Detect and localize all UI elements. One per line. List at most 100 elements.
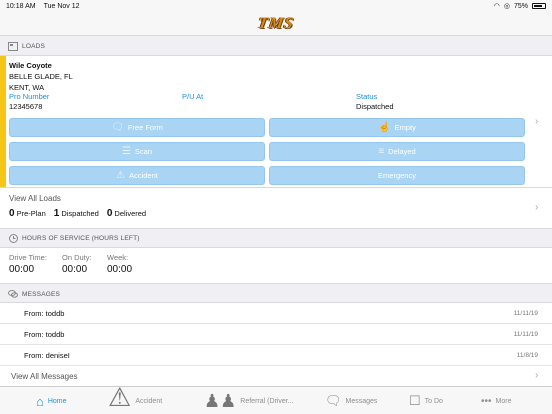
pre-plan-label: Pre-Plan	[16, 209, 46, 218]
message-sender: From: toddb	[24, 309, 65, 318]
chat-bubbles-icon: 🗨	[111, 122, 124, 133]
status-time: 10:18 AM	[6, 2, 36, 10]
tab-messages-label: Messages	[345, 397, 378, 405]
pro-number-value: 12345678	[9, 102, 43, 111]
loads-icon	[8, 41, 18, 51]
accident-label: Accident	[129, 171, 158, 180]
message-row[interactable]: From: toddb 11/11/19	[0, 324, 552, 345]
scan-button[interactable]: ☰ Scan	[9, 142, 265, 161]
tab-todo-label: To Do	[424, 397, 443, 405]
status-column: Status Dispatched	[356, 92, 394, 112]
emergency-label: Emergency	[378, 171, 416, 180]
tms-logo: TMS	[256, 14, 296, 32]
accident-button[interactable]: ⚠ Accident	[9, 166, 265, 185]
pro-number-label: Pro Number	[9, 92, 50, 101]
delivered-count: 0	[106, 208, 113, 219]
loads-section-title: LOADS	[22, 42, 46, 50]
tab-referral[interactable]: ♟♟ Referral (Driver...	[204, 387, 294, 414]
pre-plan-count: 0	[9, 208, 15, 219]
dispatched-count: 1	[53, 208, 60, 219]
drive-time-value: 00:00	[9, 264, 35, 275]
load-origin: BELLE GLADE, FL	[9, 72, 73, 81]
todo-icon: ☐	[409, 393, 421, 408]
chat-bubbles-icon	[8, 290, 18, 299]
loads-summary[interactable]: View All Loads 0 Pre-Plan 1 Dispatched 0 De…	[0, 188, 552, 229]
load-details: Wile Coyote BELLE GLADE, FL KENT, WA	[9, 60, 73, 93]
load-card[interactable]: Wile Coyote BELLE GLADE, FL KENT, WA Pro…	[0, 55, 552, 188]
hos-section-header: HOURS OF SERVICE (HOURS LEFT)	[0, 229, 552, 247]
scan-label: Scan	[134, 147, 153, 156]
battery-percent: 75%	[513, 2, 528, 10]
warning-icon: ⚠	[116, 170, 126, 181]
navigation-bar: TMS	[0, 12, 552, 36]
message-row[interactable]: From: toddb 11/11/19	[0, 303, 552, 324]
tab-accident-label: Accident	[135, 397, 163, 405]
free-form-button[interactable]: 🗨 Free Form	[9, 118, 265, 137]
list-icon: ≡	[378, 146, 385, 157]
chevron-right-icon[interactable]: ›	[535, 202, 538, 213]
driver-name: Wile Coyote	[9, 61, 52, 70]
tab-home-label: Home	[47, 397, 67, 405]
status-indicators: ◠ ◎ 75%	[494, 2, 546, 10]
more-icon: •••	[481, 395, 492, 407]
status-value: Dispatched	[356, 102, 394, 111]
message-date: 11/11/19	[513, 310, 538, 317]
document-scan-icon: ☰	[121, 146, 131, 157]
view-all-loads-link[interactable]: View All Loads	[9, 194, 61, 203]
messages-section-title: MESSAGES	[22, 290, 61, 298]
delivered-count-group: 0 Delivered	[107, 208, 146, 219]
chevron-right-icon[interactable]: ›	[535, 116, 538, 127]
week-value: 00:00	[107, 264, 133, 275]
warning-icon: ⚠	[108, 381, 132, 412]
on-duty-column: On Duty: 00:00	[62, 253, 92, 275]
view-all-messages-row[interactable]: View All Messages ›	[0, 366, 552, 387]
message-date: 11/8/19	[516, 352, 538, 359]
hos-panel: Drive Time: 00:00 On Duty: 00:00 Week: 0…	[0, 247, 552, 284]
chevron-right-icon[interactable]: ›	[535, 370, 538, 381]
week-label: Week:	[107, 253, 129, 262]
delayed-button[interactable]: ≡ Delayed	[269, 142, 525, 161]
status-bar: 10:18 AM Tue Nov 12 ◠ ◎ 75%	[0, 0, 552, 12]
messages-section-header: MESSAGES	[0, 285, 552, 303]
tab-accident[interactable]: ⚠ Accident	[108, 382, 163, 414]
message-sender: From: toddb	[24, 330, 65, 339]
message-row[interactable]: From: deniseI 11/8/19	[0, 345, 552, 366]
status-label: Status	[356, 92, 378, 101]
tab-messages[interactable]: 🗨 Messages	[325, 387, 377, 414]
free-form-label: Free Form	[127, 123, 163, 132]
emergency-button[interactable]: Emergency	[269, 166, 525, 185]
tab-more-label: More	[495, 397, 512, 405]
location-icon: ◎	[503, 3, 510, 10]
drive-time-column: Drive Time: 00:00	[9, 253, 47, 275]
drive-time-label: Drive Time:	[9, 253, 47, 262]
status-date: Tue Nov 12	[43, 2, 80, 10]
wifi-icon: ◠	[493, 3, 500, 10]
dispatched-label: Dispatched	[61, 209, 99, 218]
tab-more[interactable]: ••• More	[481, 387, 511, 414]
tab-todo[interactable]: ☐ To Do	[409, 387, 443, 414]
pro-number-column: Pro Number 12345678	[9, 92, 49, 112]
clock-icon	[8, 233, 18, 243]
view-all-messages-link[interactable]: View All Messages	[11, 372, 78, 381]
tab-referral-label: Referral (Driver...	[240, 397, 294, 405]
dispatched-count-group: 1 Dispatched	[54, 208, 99, 219]
pu-at-label: P/U At	[182, 92, 204, 101]
thumbs-up-icon: ☝	[378, 122, 391, 133]
load-counts: 0 Pre-Plan 1 Dispatched 0 Delivered	[9, 208, 146, 219]
tab-home[interactable]: ⌂ Home	[36, 387, 67, 414]
pu-at-column: P/U At	[182, 92, 203, 102]
battery-icon	[532, 3, 546, 9]
chat-bubbles-icon: 🗨	[325, 393, 342, 408]
message-date: 11/11/19	[513, 331, 538, 338]
home-icon: ⌂	[36, 393, 44, 409]
people-icon: ♟♟	[204, 390, 237, 411]
message-sender: From: deniseI	[24, 351, 70, 360]
delivered-label: Delivered	[114, 209, 147, 218]
empty-button[interactable]: ☝ Empty	[269, 118, 525, 137]
load-status-stripe	[0, 56, 6, 187]
delayed-label: Delayed	[388, 147, 416, 156]
on-duty-label: On Duty:	[62, 253, 92, 262]
tab-bar: ⌂ Home ⚠ Accident ♟♟ Referral (Driver...…	[0, 382, 552, 414]
hos-section-title: HOURS OF SERVICE (HOURS LEFT)	[22, 234, 140, 242]
week-column: Week: 00:00	[107, 253, 132, 275]
